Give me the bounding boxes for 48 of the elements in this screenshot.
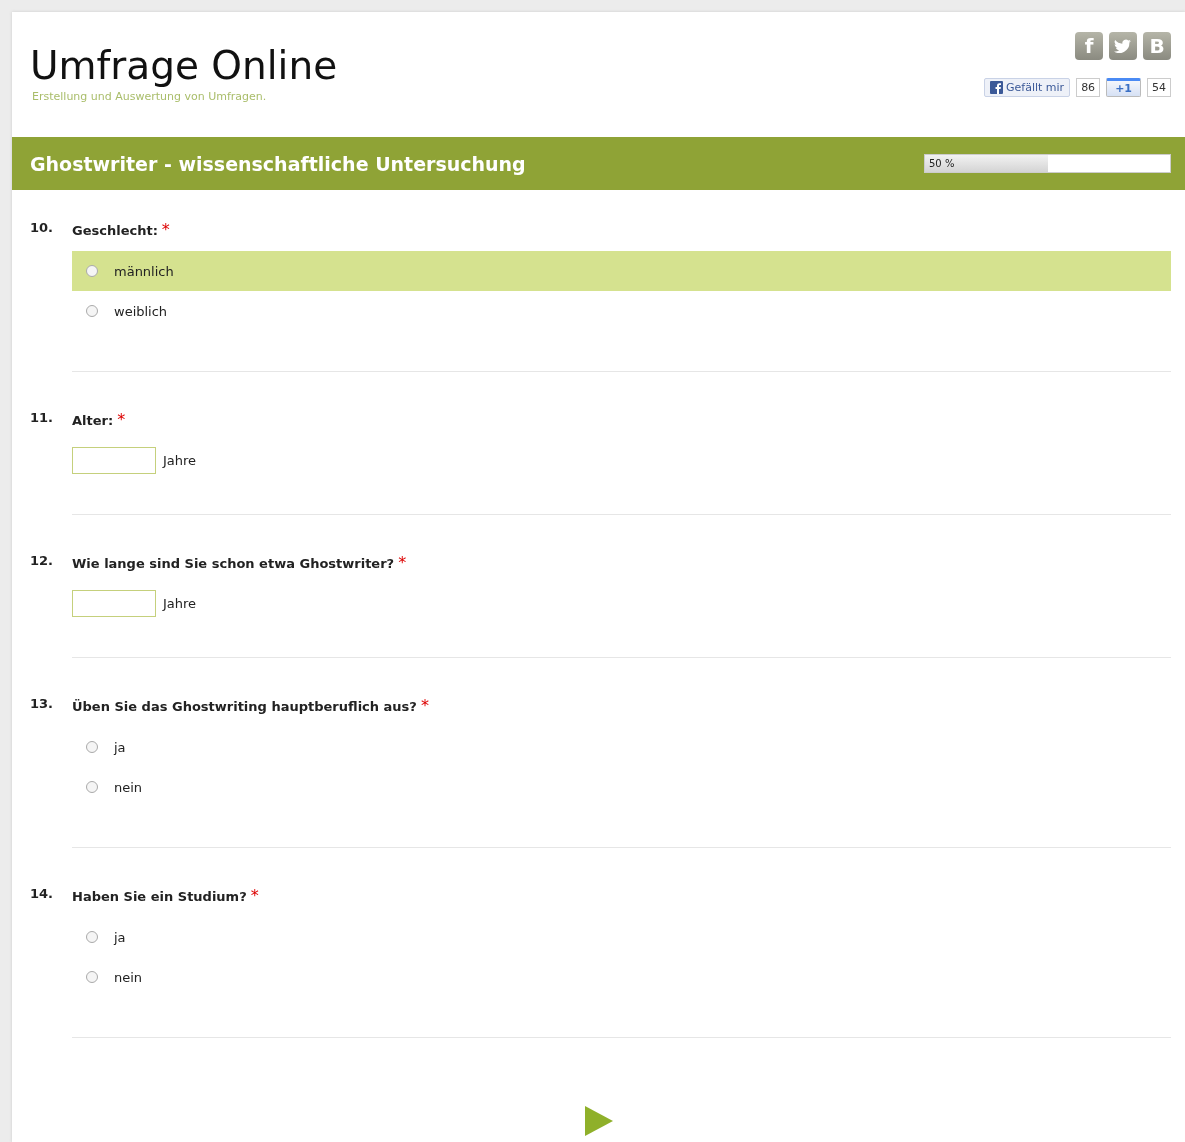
option-row[interactable]: ja: [72, 727, 1171, 767]
required-mark: *: [250, 886, 259, 905]
highlighted-option-row[interactable]: männlich: [72, 251, 1171, 291]
survey-title: Ghostwriter - wissenschaftliche Untersuchung: [30, 152, 526, 175]
radio-button[interactable]: [86, 741, 98, 753]
question-label: Wie lange sind Sie schon etwa Ghostwriter?: [72, 556, 395, 571]
like-button[interactable]: Gefällt mir: [984, 78, 1071, 97]
plus-one-button[interactable]: +1: [1106, 78, 1141, 97]
option-label: ja: [114, 929, 126, 945]
radio-button[interactable]: [86, 305, 98, 317]
option-row[interactable]: nein: [72, 957, 1171, 997]
option-label: nein: [114, 969, 143, 985]
question-label: Geschlecht:: [72, 223, 158, 238]
progress-fill: 50 %: [925, 155, 1048, 172]
site-subtitle: Erstellung und Auswertung von Umfragen.: [31, 90, 268, 103]
option-label: weiblich: [114, 303, 168, 319]
input-field[interactable]: [72, 447, 156, 474]
required-mark: *: [161, 220, 170, 239]
question-label: Üben Sie das Ghostwriting hauptberuflich aus?: [72, 699, 417, 714]
option-label: ja: [114, 739, 126, 755]
question-number: 10.: [30, 220, 55, 237]
radio-button[interactable]: [86, 931, 98, 943]
option-row[interactable]: weiblich: [72, 291, 1171, 331]
option-row[interactable]: nein: [72, 767, 1171, 807]
site-title: Umfrage Online: [30, 44, 338, 88]
required-mark: *: [398, 553, 407, 572]
radio-button[interactable]: [86, 781, 98, 793]
question-number: 13.: [30, 696, 55, 713]
unit-label: Jahre: [163, 596, 197, 611]
option-label: nein: [114, 779, 143, 795]
logo-icon: [990, 81, 1003, 94]
question-label: Alter:: [72, 413, 114, 428]
question-number: 14.: [30, 886, 55, 903]
input-field[interactable]: [72, 590, 156, 617]
like-count: 86: [1076, 78, 1101, 97]
question-number: 12.: [30, 553, 55, 570]
bird-icon[interactable]: [1109, 32, 1137, 60]
next-arrow-icon[interactable]: [584, 1106, 613, 1136]
radio-button[interactable]: [86, 265, 98, 277]
radio-button[interactable]: [86, 971, 98, 983]
question-number: 11.: [30, 410, 55, 427]
required-mark: *: [420, 696, 429, 715]
option-label: männlich: [114, 263, 174, 279]
question-label: Haben Sie ein Studium?: [72, 889, 247, 904]
plus-one-count: 54: [1147, 78, 1171, 97]
required-mark: *: [117, 410, 126, 429]
unit-label: Jahre: [163, 453, 197, 468]
option-row[interactable]: ja: [72, 917, 1171, 957]
